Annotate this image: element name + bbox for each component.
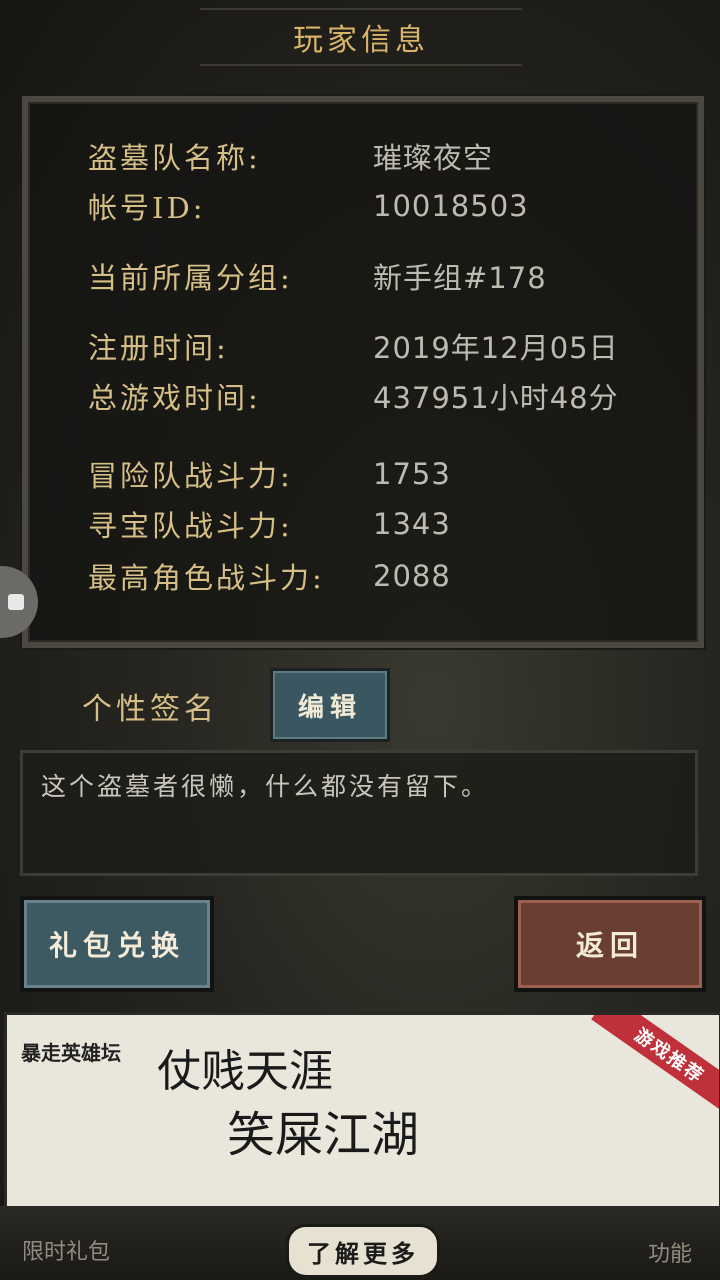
info-label: 盗墓队名称: <box>88 141 261 175</box>
info-label: 总游戏时间: <box>88 381 261 415</box>
info-label: 帐号ID: <box>88 191 206 225</box>
info-row-group: 当前所属分组: 新手组#178 <box>88 256 678 296</box>
info-row-play-time: 总游戏时间: 437951小时48分 <box>88 376 678 416</box>
edit-signature-button[interactable]: 编辑 <box>270 668 390 742</box>
info-value: 新手组#178 <box>373 261 547 295</box>
signature-label: 个性签名 <box>82 692 218 727</box>
learn-more-button[interactable]: 了解更多 <box>286 1224 440 1278</box>
ad-logo: 暴走英雄坛 <box>21 1041 121 1065</box>
info-value: 1343 <box>373 507 451 541</box>
function-tab[interactable]: 功能 <box>648 1236 692 1268</box>
ad-banner[interactable]: 暴走英雄坛 仗贱天涯 笑屎江湖 游戏推荐 <box>4 1012 720 1210</box>
signature-text: 这个盗墓者很懒，什么都没有留下。 <box>41 772 490 801</box>
info-value: 10018503 <box>373 189 529 223</box>
info-row-treasure-power: 寻宝队战斗力: 1343 <box>88 504 678 544</box>
info-row-register-time: 注册时间: 2019年12月05日 <box>88 326 678 366</box>
ad-badge: 游戏推荐 <box>591 1015 719 1117</box>
info-row-account-id: 帐号ID: 10018503 <box>88 186 678 226</box>
info-label: 寻宝队战斗力: <box>88 509 293 543</box>
player-info-panel: 盗墓队名称: 璀璨夜空 帐号ID: 10018503 当前所属分组: 新手组#1… <box>22 96 704 648</box>
info-value: 2019年12月05日 <box>373 331 619 365</box>
info-value: 璀璨夜空 <box>373 141 494 175</box>
ad-headline-1: 仗贱天涯 <box>157 1046 333 1097</box>
info-label: 注册时间: <box>88 331 229 365</box>
ad-headline-2: 笑屎江湖 <box>227 1107 420 1163</box>
info-value: 437951小时48分 <box>373 381 619 415</box>
title-bar: 玩家信息 <box>200 8 522 66</box>
back-button[interactable]: 返回 <box>514 896 706 992</box>
info-value: 2088 <box>373 559 451 593</box>
page-title: 玩家信息 <box>293 23 429 58</box>
info-row-team-name: 盗墓队名称: 璀璨夜空 <box>88 136 678 176</box>
gift-exchange-button[interactable]: 礼包兑换 <box>20 896 214 992</box>
limited-gift-tab[interactable]: 限时礼包 <box>22 1234 110 1266</box>
info-label: 最高角色战斗力: <box>88 561 325 595</box>
camera-icon <box>8 594 24 610</box>
bottom-bar: 限时礼包 了解更多 功能 <box>0 1206 720 1280</box>
info-label: 当前所属分组: <box>88 261 293 295</box>
info-value: 1753 <box>373 457 451 491</box>
info-row-adventure-power: 冒险队战斗力: 1753 <box>88 454 678 494</box>
info-label: 冒险队战斗力: <box>88 459 293 493</box>
info-row-max-role-power: 最高角色战斗力: 2088 <box>88 556 678 596</box>
signature-box: 这个盗墓者很懒，什么都没有留下。 <box>20 750 698 876</box>
